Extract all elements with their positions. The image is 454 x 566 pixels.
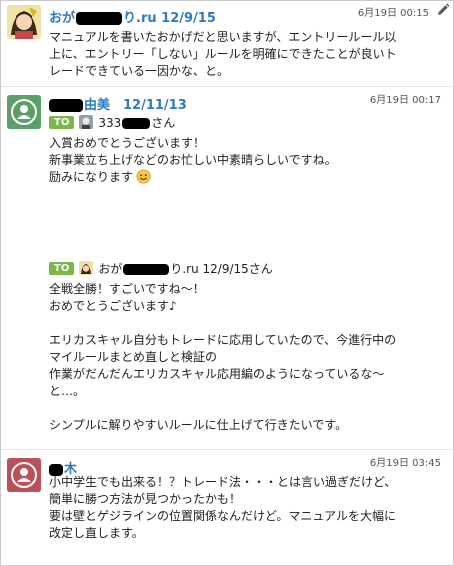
avatar[interactable]	[7, 5, 41, 39]
edit-pencil-icon[interactable]	[436, 3, 450, 17]
mini-avatar-icon	[79, 115, 94, 129]
message-line: 簡単に勝つ方法が見つかったかも！	[49, 492, 242, 506]
message-line: レードできている一因かな、と。	[49, 64, 230, 78]
message-line: エリカスキャル自分もトレードに応用していたので、今進行中の	[49, 333, 397, 347]
message-line	[49, 315, 396, 332]
smile-emoji-icon	[136, 169, 151, 184]
to-mention[interactable]: TO 333 さん	[49, 113, 175, 131]
sender-name-suffix: 由美 12/11/13	[84, 98, 187, 113]
message-line: 励みになります	[49, 169, 337, 186]
message-body: 小中学生でも出来る！？トレード法・・・とは言い過ぎだけど、 簡単に勝つ方法が見つ…	[49, 474, 396, 542]
message-time: 6月19日 03:45	[369, 458, 441, 469]
message-line: シンプルに解りやすいルールに仕上げて行きたいです。	[49, 418, 348, 432]
message-line: 小中学生でも出来る！？トレード法・・・とは言い過ぎだけど、	[49, 475, 397, 489]
message-item: 由美 12/11/13 6月19日 00:17 TO 333 さん 入賞おめでとう…	[1, 87, 453, 449]
message-line	[49, 400, 396, 417]
to-badge: TO	[49, 261, 75, 275]
message-body: 全戦全勝！すごいですね～！ おめでとうございます♪ エリカスキャル自分もトレード…	[49, 281, 396, 434]
message-body: 入賞おめでとうございます！ 新事業立ち上げなどのお忙しい中素晴らしいですね。 励…	[49, 135, 337, 186]
avatar[interactable]	[7, 95, 41, 129]
message-line: 改定し直します。	[49, 526, 144, 540]
character-avatar-icon	[7, 5, 41, 39]
message-line: 要は壁とゲジラインの位置関係なんだけど。マニュアルを大幅に	[49, 509, 397, 523]
mention-name: おが り.ru 12/9/15さん	[98, 260, 272, 277]
message-item: おが り.ru 12/9/15 6月19日 00:15 マニュアルを書いたおかげだ…	[1, 1, 453, 85]
message-body: マニュアルを書いたおかげだと思いますが、エントリールール以 上に、エントリー「し…	[49, 29, 397, 80]
sender-name-prefix: おが	[49, 11, 76, 26]
message-item: 木 6月19日 03:45 小中学生でも出来る！？トレード法・・・とは言い過ぎだ…	[1, 450, 453, 560]
redacted-block	[122, 117, 151, 129]
chat-timeline: おが り.ru 12/9/15 6月19日 00:15 マニュアルを書いたおかげだ…	[0, 0, 454, 566]
message-line-text: 励みになります	[49, 170, 134, 184]
sender-name[interactable]: おが り.ru 12/9/15	[49, 7, 216, 26]
message-line: おめでとうございます♪	[49, 299, 177, 313]
avatar[interactable]	[7, 458, 41, 492]
message-line: 新事業立ち上げなどのお忙しい中素晴らしいですね。	[49, 153, 337, 167]
mini-avatar-icon	[79, 261, 94, 275]
default-user-icon	[7, 95, 41, 129]
message-line: 全戦全勝！すごいですね～！	[49, 282, 205, 296]
redacted-block	[49, 99, 83, 112]
mention-name-prefix: おが	[98, 261, 123, 276]
redacted-block	[123, 263, 170, 275]
message-line: と…。	[49, 384, 86, 398]
message-line: マイルールまとめ直しと検証の	[49, 350, 218, 364]
redacted-block	[76, 12, 123, 25]
sender-name-suffix: り.ru 12/9/15	[123, 11, 216, 26]
default-user-icon	[7, 458, 41, 492]
mention-name-prefix: 333	[98, 115, 122, 130]
message-time: 6月19日 00:17	[369, 95, 441, 106]
message-line: 上に、エントリー「しない」ルールを明確にできたことが良いト	[49, 47, 397, 61]
mention-name-suffix: さん	[151, 115, 176, 130]
mention-name-suffix: り.ru 12/9/15さん	[170, 261, 273, 276]
message-line: マニュアルを書いたおかげだと思いますが、エントリールール以	[49, 30, 397, 44]
to-badge: TO	[49, 115, 75, 129]
to-mention[interactable]: TO おが り.ru 12/9/15さん	[49, 259, 273, 277]
mention-name: 333 さん	[98, 114, 175, 131]
message-time: 6月19日 00:15	[357, 8, 429, 19]
message-line: 作業がだんだんエリカスキャル応用編のようになっているな～	[49, 367, 385, 381]
message-line: 入賞おめでとうございます！	[49, 136, 206, 150]
sender-name[interactable]: 由美 12/11/13	[49, 94, 187, 113]
